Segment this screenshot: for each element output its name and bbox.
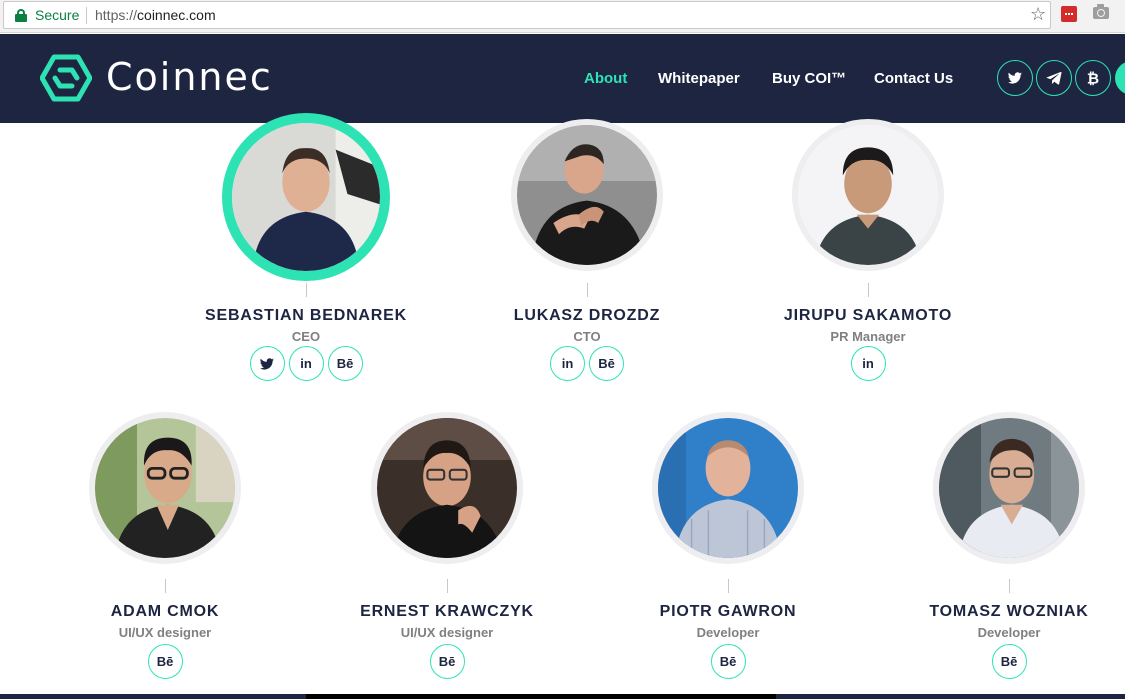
behance-link-button[interactable]: Bē bbox=[147, 644, 183, 679]
member-role: CEO bbox=[291, 329, 321, 344]
team-member-card: TOMASZ WOZNIAK Developer Bē bbox=[869, 412, 1125, 680]
member-socials: Bē bbox=[307, 644, 587, 679]
nav-contact-us[interactable]: Contact Us bbox=[874, 70, 953, 88]
connector-line bbox=[1009, 579, 1010, 593]
nav-about[interactable]: About bbox=[584, 70, 627, 88]
connector-line bbox=[728, 579, 729, 593]
avatar bbox=[222, 113, 390, 281]
behance-link-button[interactable]: Bē bbox=[429, 644, 465, 679]
member-socials: in Bē bbox=[166, 346, 446, 381]
member-role: CTO bbox=[573, 329, 601, 344]
team-member-card: LUKASZ DROZDZ CTO in Bē bbox=[447, 113, 727, 383]
site-header: Coinnec About Whitepaper Buy COI™ Contac… bbox=[0, 34, 1125, 123]
nav-whitepaper[interactable]: Whitepaper bbox=[658, 70, 740, 88]
connector-line bbox=[165, 579, 166, 593]
twitter-link-button[interactable] bbox=[249, 346, 285, 381]
member-socials: in Bē bbox=[447, 346, 727, 381]
linkedin-link-button[interactable]: in bbox=[288, 346, 324, 381]
team-member-card: ERNEST KRAWCZYK UI/UX designer Bē bbox=[307, 412, 587, 680]
address-bar[interactable]: Secure https://coinnec.com ☆ bbox=[3, 1, 1051, 29]
behance-link-button[interactable]: Bē bbox=[589, 346, 624, 381]
member-socials: Bē bbox=[588, 644, 868, 679]
avatar bbox=[933, 412, 1085, 564]
nav-buy-coi[interactable]: Buy COI™ bbox=[772, 70, 846, 88]
secure-label: Secure bbox=[35, 7, 80, 23]
member-socials: Bē bbox=[869, 644, 1125, 679]
coinnec-logo-icon[interactable] bbox=[40, 54, 92, 102]
member-name: PIOTR GAWRON bbox=[659, 603, 797, 620]
member-role: Developer bbox=[977, 625, 1041, 640]
extension-icon[interactable] bbox=[1061, 6, 1077, 22]
member-role: Developer bbox=[696, 625, 760, 640]
team-member-card: SEBASTIAN BEDNAREK CEO in Bē bbox=[166, 113, 446, 383]
svg-text:₿: ₿ bbox=[1087, 70, 1099, 86]
avatar bbox=[792, 119, 944, 271]
bookmark-star-icon[interactable]: ☆ bbox=[1030, 4, 1046, 26]
address-divider bbox=[86, 7, 87, 24]
member-socials: Bē bbox=[25, 644, 305, 679]
connector-line bbox=[447, 579, 448, 593]
browser-toolbar: Secure https://coinnec.com ☆ bbox=[0, 0, 1125, 33]
member-role: UI/UX designer bbox=[118, 625, 212, 640]
team-member-card: ADAM CMOK UI/UX designer Bē bbox=[25, 412, 305, 680]
member-name: ERNEST KRAWCZYK bbox=[360, 603, 534, 620]
social-button-partial[interactable] bbox=[1115, 61, 1125, 95]
linkedin-link-button[interactable]: in bbox=[550, 346, 585, 381]
avatar bbox=[511, 119, 663, 271]
bitcoin-icon[interactable]: ₿ bbox=[1075, 60, 1111, 96]
connector-line bbox=[868, 283, 869, 297]
behance-link-button[interactable]: Bē bbox=[710, 644, 746, 679]
connector-line bbox=[587, 283, 588, 297]
brand-name[interactable]: Coinnec bbox=[106, 54, 273, 100]
lock-icon bbox=[15, 9, 27, 22]
connector-line bbox=[306, 283, 307, 297]
avatar bbox=[89, 412, 241, 564]
url-text[interactable]: https://coinnec.com bbox=[95, 7, 216, 23]
twitter-icon bbox=[259, 357, 274, 370]
twitter-icon[interactable] bbox=[997, 60, 1033, 96]
member-socials: in bbox=[728, 346, 1008, 381]
member-name: ADAM CMOK bbox=[110, 603, 220, 620]
behance-link-button[interactable]: Bē bbox=[327, 346, 363, 381]
member-name: TOMASZ WOZNIAK bbox=[929, 603, 1089, 620]
team-member-card: PIOTR GAWRON Developer Bē bbox=[588, 412, 868, 680]
member-role: PR Manager bbox=[830, 329, 906, 344]
behance-link-button[interactable]: Bē bbox=[991, 644, 1027, 679]
telegram-icon[interactable] bbox=[1036, 60, 1072, 96]
avatar bbox=[371, 412, 523, 564]
linkedin-link-button[interactable]: in bbox=[850, 346, 886, 381]
member-name: LUKASZ DROZDZ bbox=[513, 307, 661, 324]
bottom-strip bbox=[0, 694, 1125, 699]
member-role: UI/UX designer bbox=[400, 625, 494, 640]
member-name: JIRUPU SAKAMOTO bbox=[783, 307, 953, 324]
camera-icon[interactable] bbox=[1093, 4, 1109, 19]
avatar bbox=[652, 412, 804, 564]
member-name: SEBASTIAN BEDNAREK bbox=[205, 307, 407, 324]
team-member-card: JIRUPU SAKAMOTO PR Manager in bbox=[728, 113, 1008, 383]
